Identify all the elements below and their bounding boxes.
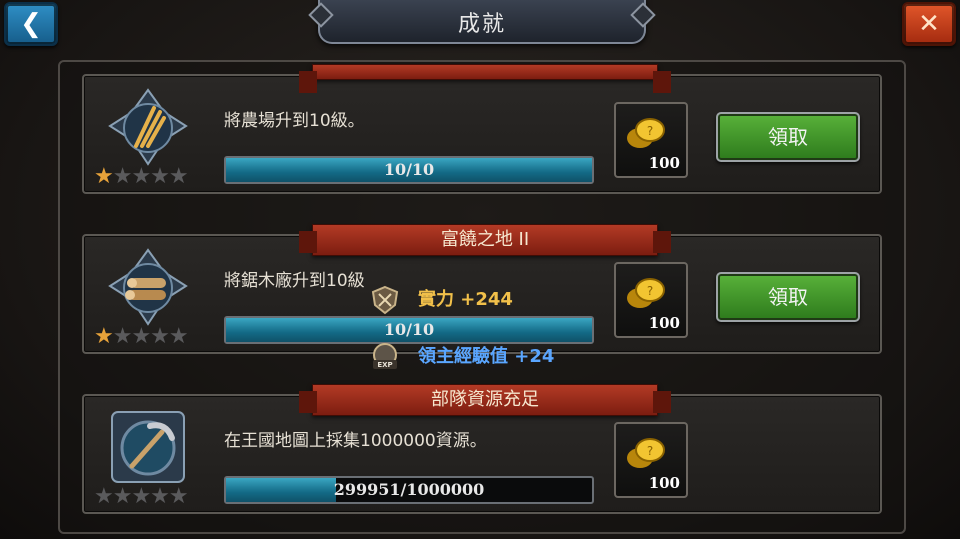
gold-coins-icon: ? [627,278,665,308]
claim-button[interactable]: 領取 [716,272,860,322]
reward-slot: ? 100 [614,102,688,178]
back-button[interactable]: ❮ [4,2,58,46]
progress-text: 10/10 [383,160,435,179]
progress-bar: 10/10 [224,316,594,344]
pickaxe-emblem-icon [111,411,185,483]
wheat-emblem-icon [108,88,188,166]
achievement-description: 在王國地圖上採集1000000資源。 [224,431,487,451]
svg-text:?: ? [647,284,653,298]
exp-badge-text: EXP [377,361,392,369]
power-gain-text: 實力 +244 [418,289,513,310]
reward-amount: 100 [648,154,680,172]
progress-bar: 10/10 [224,156,594,184]
claim-button[interactable]: 領取 [716,112,860,162]
achievement-banner: 富饒之地 II [299,224,671,256]
progress-text: 299951/1000000 [333,480,485,499]
exp-gain-popup: EXP 領主經驗值 +24 [370,342,554,372]
page-title: 成就 [457,12,506,37]
star-rating: ★★★★★ [94,164,189,189]
achievement-card: ★★★★★ 將農場升到10級。 10/10 ? 100 領取 [82,64,882,194]
power-gain-popup: 實力 +244 [370,285,513,315]
progress-text: 10/10 [383,320,435,339]
exp-gain-text: 領主經驗值 +24 [418,346,555,367]
achievement-description: 將農場升到10級。 [224,111,365,131]
svg-text:?: ? [647,444,653,458]
exp-badge-icon: EXP [373,343,397,369]
star-rating: ★★★★★ [94,484,189,509]
reward-amount: 100 [648,314,680,332]
gold-coins-icon: ? [627,438,665,468]
lumber-emblem-icon [108,248,188,326]
progress-bar: 299951/1000000 [224,476,594,504]
achievement-banner [299,64,671,93]
reward-slot: ? 100 [614,422,688,498]
achievement-card: 部隊資源充足 ★★★★★ 在王國地圖上採集1000000資源。 299951/1… [82,384,882,514]
back-arrow-icon: ❮ [20,9,42,39]
reward-slot: ? 100 [614,262,688,338]
gold-coins-icon: ? [627,118,665,148]
achievement-banner: 部隊資源充足 [299,384,671,416]
title-plate: 成就 [308,0,656,44]
close-x-icon: ✕ [918,9,940,39]
achievement-description: 將鋸木廠升到10級 [224,271,365,291]
close-button[interactable]: ✕ [902,2,956,46]
power-shield-icon [371,285,399,315]
svg-text:?: ? [647,124,653,138]
star-rating: ★★★★★ [94,324,189,349]
reward-amount: 100 [648,474,680,492]
